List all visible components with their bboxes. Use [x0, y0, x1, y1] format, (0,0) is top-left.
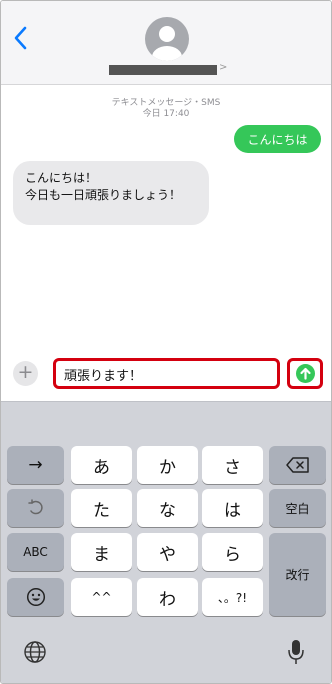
message-input-text: 頑張ります！: [64, 369, 143, 384]
arrow-up-icon: [300, 367, 311, 380]
return-key[interactable]: 改行: [269, 533, 326, 616]
undo-icon: [27, 499, 43, 515]
incoming-message-bubble[interactable]: こんにちは！ 今日も一日頑張りましょう！: [13, 161, 209, 225]
conversation-header: >: [1, 1, 331, 85]
key-wa[interactable]: わ: [137, 578, 198, 616]
globe-icon[interactable]: [23, 640, 47, 664]
emoji-key[interactable]: [7, 578, 64, 616]
incoming-message-line: こんにちは！: [25, 171, 98, 185]
key-ma[interactable]: ま: [71, 533, 132, 571]
apps-plus-button[interactable]: +: [13, 361, 38, 386]
cursor-right-key[interactable]: →: [7, 446, 64, 484]
japanese-kana-keyboard: → あ か さ た な は 空白 ABC ま や ら 改行 ^^ わ 、。?!: [1, 401, 331, 683]
contact-name[interactable]: >: [109, 62, 227, 77]
undo-key[interactable]: [7, 489, 64, 527]
key-ya[interactable]: や: [137, 533, 198, 571]
message-timestamp: 今日 17:40: [142, 109, 190, 119]
incoming-message-line: 今日も一日頑張りましょう！: [25, 188, 182, 202]
contact-name-redacted: [109, 65, 217, 75]
contact-avatar[interactable]: [145, 17, 189, 61]
key-a[interactable]: あ: [71, 446, 132, 484]
delete-backspace-icon: [285, 457, 309, 473]
phone-screen: > テキストメッセージ・SMS 今日 17:40 こんにちは こんにちは！ 今日…: [0, 0, 332, 684]
back-chevron-icon[interactable]: [11, 25, 33, 51]
key-kaomoji[interactable]: ^^: [71, 578, 132, 616]
message-input[interactable]: 頑張ります！: [53, 358, 280, 389]
key-ta[interactable]: た: [71, 489, 132, 527]
emoji-icon: [26, 587, 45, 607]
key-ka[interactable]: か: [137, 446, 198, 484]
key-sa[interactable]: さ: [202, 446, 263, 484]
key-punctuation[interactable]: 、。?!: [202, 578, 263, 616]
microphone-icon[interactable]: [287, 638, 305, 666]
delete-key[interactable]: [269, 446, 326, 484]
send-button[interactable]: [296, 364, 315, 383]
key-ha[interactable]: は: [202, 489, 263, 527]
space-key[interactable]: 空白: [269, 489, 326, 527]
abc-key[interactable]: ABC: [7, 533, 64, 571]
chevron-right-icon: >: [219, 62, 228, 73]
send-button-highlight: [287, 358, 323, 389]
key-na[interactable]: な: [137, 489, 198, 527]
key-ra[interactable]: ら: [202, 533, 263, 571]
outgoing-message-bubble[interactable]: こんにちは: [234, 125, 321, 153]
